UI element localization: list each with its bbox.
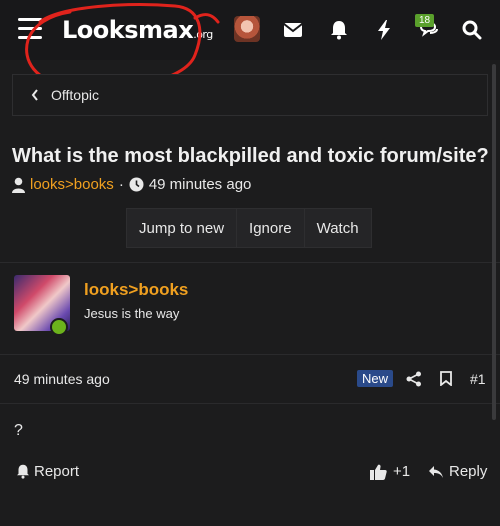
bell-icon[interactable] xyxy=(325,16,353,44)
jump-to-new-button[interactable]: Jump to new xyxy=(127,209,238,247)
notification-badge: 18 xyxy=(415,14,435,27)
bookmark-icon[interactable] xyxy=(440,371,452,386)
scrollbar[interactable] xyxy=(492,64,496,420)
reply-button[interactable]: Reply xyxy=(428,463,487,480)
thread-actions: Jump to new Ignore Watch xyxy=(126,208,372,248)
thread-author-link[interactable]: looks>books xyxy=(30,176,114,193)
post-number[interactable]: #1 xyxy=(470,371,486,387)
watch-button[interactable]: Watch xyxy=(304,209,371,247)
site-logo[interactable]: Looksmax.org xyxy=(62,16,213,44)
breadcrumb-container: Offtopic xyxy=(12,74,488,116)
divider xyxy=(0,403,500,404)
thread-meta: looks>books · 49 minutes ago xyxy=(12,176,251,193)
post-time[interactable]: 49 minutes ago xyxy=(14,371,110,387)
breadcrumb-label[interactable]: Offtopic xyxy=(51,87,99,103)
divider xyxy=(0,354,500,355)
online-status-indicator xyxy=(50,318,68,336)
thread-title: What is the most blackpilled and toxic f… xyxy=(12,145,489,167)
share-icon[interactable] xyxy=(406,371,422,387)
report-label: Report xyxy=(34,463,80,480)
reply-label: Reply xyxy=(449,463,488,480)
menu-icon[interactable] xyxy=(18,18,42,40)
meta-separator: · xyxy=(118,176,124,193)
thumbs-up-icon xyxy=(370,464,387,480)
like-button[interactable]: +1 xyxy=(370,463,410,480)
user-avatar[interactable] xyxy=(234,16,260,42)
bell-icon xyxy=(17,464,29,479)
post-user-title: Jesus is the way xyxy=(84,306,180,321)
thread-time[interactable]: 49 minutes ago xyxy=(149,176,252,193)
top-navigation-bar: Looksmax.org 18 xyxy=(0,0,500,90)
envelope-icon[interactable] xyxy=(279,16,307,44)
like-count: +1 xyxy=(393,463,411,480)
divider xyxy=(0,262,500,263)
bolt-icon[interactable] xyxy=(370,16,398,44)
chevron-left-icon xyxy=(31,89,38,101)
post-author-name[interactable]: looks>books xyxy=(84,280,188,300)
search-icon[interactable] xyxy=(458,16,486,44)
clock-icon xyxy=(129,177,144,192)
post-body: ? xyxy=(14,422,23,439)
user-icon xyxy=(12,177,25,193)
ignore-button[interactable]: Ignore xyxy=(237,209,305,247)
reply-icon xyxy=(429,465,443,478)
new-badge: New xyxy=(357,370,394,387)
report-button[interactable]: Report xyxy=(16,463,79,480)
breadcrumb[interactable]: Offtopic xyxy=(31,87,99,103)
